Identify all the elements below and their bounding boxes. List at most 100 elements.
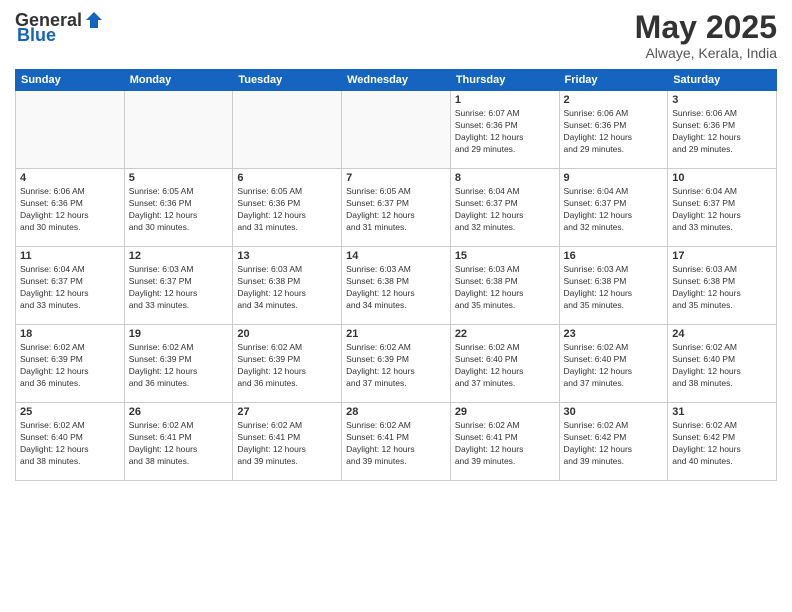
calendar-cell: 28 Sunrise: 6:02 AM Sunset: 6:41 PM Dayli… [342, 403, 451, 481]
month-title: May 2025 [635, 10, 777, 45]
day-number: 29 [455, 406, 555, 418]
col-sunday: Sunday [16, 70, 125, 91]
day-info: Sunrise: 6:02 AM Sunset: 6:40 PM Dayligh… [455, 342, 555, 390]
col-thursday: Thursday [450, 70, 559, 91]
day-number: 27 [237, 406, 337, 418]
day-info: Sunrise: 6:02 AM Sunset: 6:41 PM Dayligh… [237, 420, 337, 468]
day-number: 14 [346, 250, 446, 262]
calendar-table: Sunday Monday Tuesday Wednesday Thursday… [15, 69, 777, 481]
day-number: 11 [20, 250, 120, 262]
calendar-cell: 24Sunrise: 6:02 AM Sunset: 6:40 PM Dayli… [668, 325, 777, 403]
day-number: 9 [564, 172, 664, 184]
title-area: May 2025 Alwaye, Kerala, India [635, 10, 777, 61]
calendar-cell [124, 91, 233, 169]
day-number: 26 [129, 406, 229, 418]
day-info: Sunrise: 6:02 AM Sunset: 6:42 PM Dayligh… [564, 420, 664, 468]
day-number: 28 [346, 406, 446, 418]
day-info: Sunrise: 6:02 AM Sunset: 6:39 PM Dayligh… [129, 342, 229, 390]
day-number: 21 [346, 328, 446, 340]
day-number: 6 [237, 172, 337, 184]
day-info: Sunrise: 6:07 AM Sunset: 6:36 PM Dayligh… [455, 108, 555, 156]
day-info: Sunrise: 6:02 AM Sunset: 6:41 PM Dayligh… [455, 420, 555, 468]
calendar-week-1: 4 Sunrise: 6:06 AM Sunset: 6:36 PM Daylig… [16, 169, 777, 247]
day-number: 1 [455, 94, 555, 106]
logo: General Blue [15, 10, 104, 46]
day-info: Sunrise: 6:02 AM Sunset: 6:42 PM Dayligh… [672, 420, 772, 468]
day-info: Sunrise: 6:04 AM Sunset: 6:37 PM Dayligh… [20, 264, 120, 312]
day-number: 2 [564, 94, 664, 106]
calendar-cell: 29 Sunrise: 6:02 AM Sunset: 6:41 PM Dayli… [450, 403, 559, 481]
day-info: Sunrise: 6:03 AM Sunset: 6:38 PM Dayligh… [346, 264, 446, 312]
calendar-cell: 8 Sunrise: 6:04 AM Sunset: 6:37 PM Daylig… [450, 169, 559, 247]
calendar-cell [16, 91, 125, 169]
day-number: 17 [672, 250, 772, 262]
calendar-week-4: 25 Sunrise: 6:02 AM Sunset: 6:40 PM Dayli… [16, 403, 777, 481]
day-info: Sunrise: 6:04 AM Sunset: 6:37 PM Dayligh… [564, 186, 664, 234]
day-info: Sunrise: 6:05 AM Sunset: 6:36 PM Dayligh… [237, 186, 337, 234]
day-info: Sunrise: 6:05 AM Sunset: 6:37 PM Dayligh… [346, 186, 446, 234]
col-tuesday: Tuesday [233, 70, 342, 91]
day-number: 5 [129, 172, 229, 184]
day-number: 31 [672, 406, 772, 418]
day-info: Sunrise: 6:03 AM Sunset: 6:38 PM Dayligh… [564, 264, 664, 312]
day-info: Sunrise: 6:03 AM Sunset: 6:37 PM Dayligh… [129, 264, 229, 312]
day-info: Sunrise: 6:03 AM Sunset: 6:38 PM Dayligh… [455, 264, 555, 312]
day-number: 8 [455, 172, 555, 184]
day-number: 10 [672, 172, 772, 184]
day-info: Sunrise: 6:06 AM Sunset: 6:36 PM Dayligh… [20, 186, 120, 234]
col-wednesday: Wednesday [342, 70, 451, 91]
day-number: 4 [20, 172, 120, 184]
calendar-cell: 1 Sunrise: 6:07 AM Sunset: 6:36 PM Daylig… [450, 91, 559, 169]
calendar-cell: 4 Sunrise: 6:06 AM Sunset: 6:36 PM Daylig… [16, 169, 125, 247]
day-info: Sunrise: 6:02 AM Sunset: 6:40 PM Dayligh… [20, 420, 120, 468]
header: General Blue May 2025 Alwaye, Kerala, In… [15, 10, 777, 61]
calendar-cell: 11 Sunrise: 6:04 AM Sunset: 6:37 PM Dayli… [16, 247, 125, 325]
day-number: 19 [129, 328, 229, 340]
day-number: 7 [346, 172, 446, 184]
calendar-cell: 6 Sunrise: 6:05 AM Sunset: 6:36 PM Daylig… [233, 169, 342, 247]
day-number: 20 [237, 328, 337, 340]
day-info: Sunrise: 6:06 AM Sunset: 6:36 PM Dayligh… [672, 108, 772, 156]
calendar-cell: 21 Sunrise: 6:02 AM Sunset: 6:39 PM Dayli… [342, 325, 451, 403]
col-saturday: Saturday [668, 70, 777, 91]
calendar-cell: 18 Sunrise: 6:02 AM Sunset: 6:39 PM Dayli… [16, 325, 125, 403]
calendar-cell: 10 Sunrise: 6:04 AM Sunset: 6:37 PM Dayli… [668, 169, 777, 247]
day-info: Sunrise: 6:02 AM Sunset: 6:40 PM Dayligh… [672, 342, 772, 390]
day-number: 30 [564, 406, 664, 418]
day-info: Sunrise: 6:05 AM Sunset: 6:36 PM Dayligh… [129, 186, 229, 234]
calendar-cell: 20Sunrise: 6:02 AM Sunset: 6:39 PM Dayli… [233, 325, 342, 403]
calendar-cell: 2 Sunrise: 6:06 AM Sunset: 6:36 PM Daylig… [559, 91, 668, 169]
calendar-cell: 25 Sunrise: 6:02 AM Sunset: 6:40 PM Dayli… [16, 403, 125, 481]
page: General Blue May 2025 Alwaye, Kerala, In… [0, 0, 792, 612]
calendar-cell [342, 91, 451, 169]
day-number: 15 [455, 250, 555, 262]
day-number: 13 [237, 250, 337, 262]
logo-blue: Blue [17, 25, 56, 46]
calendar-week-3: 18 Sunrise: 6:02 AM Sunset: 6:39 PM Dayli… [16, 325, 777, 403]
day-info: Sunrise: 6:03 AM Sunset: 6:38 PM Dayligh… [672, 264, 772, 312]
calendar-cell: 23Sunrise: 6:02 AM Sunset: 6:40 PM Dayli… [559, 325, 668, 403]
col-friday: Friday [559, 70, 668, 91]
day-number: 25 [20, 406, 120, 418]
calendar-cell: 16 Sunrise: 6:03 AM Sunset: 6:38 PM Dayli… [559, 247, 668, 325]
day-info: Sunrise: 6:06 AM Sunset: 6:36 PM Dayligh… [564, 108, 664, 156]
calendar-week-0: 1 Sunrise: 6:07 AM Sunset: 6:36 PM Daylig… [16, 91, 777, 169]
day-number: 12 [129, 250, 229, 262]
calendar-cell: 9 Sunrise: 6:04 AM Sunset: 6:37 PM Daylig… [559, 169, 668, 247]
day-info: Sunrise: 6:04 AM Sunset: 6:37 PM Dayligh… [455, 186, 555, 234]
calendar-cell: 12 Sunrise: 6:03 AM Sunset: 6:37 PM Dayli… [124, 247, 233, 325]
day-info: Sunrise: 6:03 AM Sunset: 6:38 PM Dayligh… [237, 264, 337, 312]
calendar-cell: 22Sunrise: 6:02 AM Sunset: 6:40 PM Dayli… [450, 325, 559, 403]
day-number: 18 [20, 328, 120, 340]
calendar-week-2: 11 Sunrise: 6:04 AM Sunset: 6:37 PM Dayli… [16, 247, 777, 325]
day-info: Sunrise: 6:02 AM Sunset: 6:41 PM Dayligh… [346, 420, 446, 468]
day-info: Sunrise: 6:02 AM Sunset: 6:41 PM Dayligh… [129, 420, 229, 468]
calendar-cell: 31 Sunrise: 6:02 AM Sunset: 6:42 PM Dayli… [668, 403, 777, 481]
day-info: Sunrise: 6:02 AM Sunset: 6:39 PM Dayligh… [20, 342, 120, 390]
day-number: 16 [564, 250, 664, 262]
day-info: Sunrise: 6:04 AM Sunset: 6:37 PM Dayligh… [672, 186, 772, 234]
calendar-cell [233, 91, 342, 169]
calendar-cell: 7 Sunrise: 6:05 AM Sunset: 6:37 PM Daylig… [342, 169, 451, 247]
day-info: Sunrise: 6:02 AM Sunset: 6:39 PM Dayligh… [346, 342, 446, 390]
calendar-cell: 15 Sunrise: 6:03 AM Sunset: 6:38 PM Dayli… [450, 247, 559, 325]
